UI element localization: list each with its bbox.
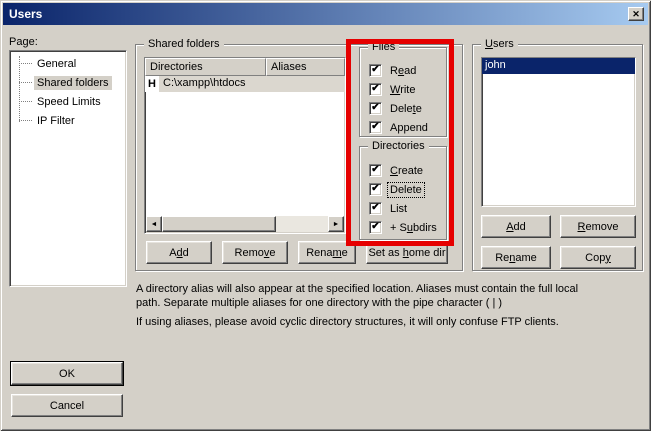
check-icon: ✔ (371, 165, 379, 175)
rename-folder-button[interactable]: Rename (298, 241, 356, 264)
page-item-speed-limits[interactable]: Speed Limits (10, 92, 126, 111)
checkbox-label: Append (388, 121, 430, 135)
column-header-aliases[interactable]: Aliases (266, 58, 345, 76)
copy-user-button[interactable]: Copy (560, 246, 636, 269)
scroll-right-button[interactable]: ► (328, 216, 344, 232)
page-item-label: IP Filter (34, 114, 78, 128)
checkbox-box: ✔ (369, 64, 382, 77)
alias-warning-text: If using aliases, please avoid cyclic di… (136, 316, 559, 328)
check-icon: ✔ (371, 84, 379, 94)
files-group-label: Files (368, 40, 399, 54)
checkbox-box: ✔ (369, 202, 382, 215)
ok-button-label: OK (59, 368, 75, 380)
files-read-checkbox[interactable]: ✔ Read (369, 63, 418, 78)
list-header: Directories Aliases (145, 58, 345, 76)
page-item-shared-folders[interactable]: Shared folders (10, 73, 126, 92)
add-folder-button-label: Add (169, 247, 189, 259)
cancel-button-label: Cancel (50, 400, 84, 412)
files-write-checkbox[interactable]: ✔ Write (369, 82, 417, 97)
remove-folder-button[interactable]: Remove (222, 241, 288, 264)
check-icon: ✔ (371, 222, 379, 232)
set-as-home-dir-button[interactable]: Set as home dir (366, 241, 448, 264)
horizontal-scrollbar[interactable]: ◄ ► (146, 216, 344, 232)
checkbox-label: Read (388, 64, 418, 78)
ok-button[interactable]: OK (11, 362, 123, 385)
files-delete-checkbox[interactable]: ✔ Delete (369, 101, 424, 116)
column-header-directories[interactable]: Directories (145, 58, 266, 76)
scroll-right-icon: ► (333, 221, 340, 228)
checkbox-box: ✔ (369, 102, 382, 115)
shared-folders-group-label: Shared folders (144, 37, 224, 51)
check-icon: ✔ (371, 203, 379, 213)
checkbox-box: ✔ (369, 121, 382, 134)
add-user-button-label: Add (506, 221, 526, 233)
scrollbar-track[interactable] (276, 216, 328, 232)
scrollbar-thumb[interactable] (162, 216, 276, 232)
check-icon: ✔ (371, 103, 379, 113)
page-item-label: Speed Limits (34, 95, 104, 109)
directory-path: C:\xampp\htdocs (159, 76, 345, 92)
dirs-subdirs-checkbox[interactable]: ✔ + Subdirs (369, 220, 439, 235)
check-icon: ✔ (371, 122, 379, 132)
rename-folder-button-label: Rename (306, 247, 348, 259)
check-icon: ✔ (371, 184, 379, 194)
close-button[interactable]: ✕ (628, 7, 644, 21)
remove-folder-button-label: Remove (235, 247, 276, 259)
checkbox-label: Delete (388, 102, 424, 116)
rename-user-button-label: Rename (495, 252, 537, 264)
files-permissions-group: Files ✔ Read ✔ Write ✔ Delete ✔ Append (359, 47, 447, 137)
add-user-button[interactable]: Add (481, 215, 551, 238)
set-as-home-dir-button-label: Set as home dir (368, 247, 445, 259)
page-item-general[interactable]: General (10, 54, 126, 73)
directories-permissions-group: Directories ✔ Create ✔ Delete ✔ List ✔ +… (359, 146, 447, 240)
users-list: john (481, 57, 636, 207)
users-dialog: Users ✕ Page: General Shared folders Spe… (0, 0, 651, 431)
page-label: Page: (9, 36, 38, 48)
checkbox-box: ✔ (369, 164, 382, 177)
page-item-label: Shared folders (34, 76, 112, 90)
checkbox-box: ✔ (369, 183, 382, 196)
user-item-john[interactable]: john (482, 58, 635, 74)
users-group-label: Users (481, 37, 518, 51)
checkbox-label: Delete (388, 183, 424, 197)
copy-user-button-label: Copy (585, 252, 611, 264)
alias-info-text-line2: path. Separate multiple aliases for one … (136, 297, 502, 309)
checkbox-box: ✔ (369, 221, 382, 234)
title-bar: Users ✕ (3, 3, 648, 25)
dirs-list-checkbox[interactable]: ✔ List (369, 201, 409, 216)
checkbox-label: + Subdirs (388, 221, 439, 235)
remove-user-button[interactable]: Remove (560, 215, 636, 238)
directories-group-label: Directories (368, 139, 429, 153)
scroll-left-icon: ◄ (151, 221, 158, 228)
alias-info-text-line1: A directory alias will also appear at th… (136, 283, 578, 295)
checkbox-box: ✔ (369, 83, 382, 96)
window-title: Users (9, 7, 42, 21)
dirs-create-checkbox[interactable]: ✔ Create (369, 163, 425, 178)
scroll-left-button[interactable]: ◄ (146, 216, 162, 232)
close-icon: ✕ (632, 10, 640, 19)
add-folder-button[interactable]: Add (146, 241, 212, 264)
cancel-button[interactable]: Cancel (11, 394, 123, 417)
checkbox-label: List (388, 202, 409, 216)
checkbox-label: Create (388, 164, 425, 178)
files-append-checkbox[interactable]: ✔ Append (369, 120, 430, 135)
page-item-label: General (34, 57, 79, 71)
page-tree: General Shared folders Speed Limits IP F… (10, 51, 126, 286)
page-item-ip-filter[interactable]: IP Filter (10, 111, 126, 130)
shared-folders-list: Directories Aliases H C:\xampp\htdocs ◄ … (144, 57, 346, 234)
folder-row[interactable]: H C:\xampp\htdocs (145, 76, 345, 92)
home-marker: H (145, 76, 159, 92)
rename-user-button[interactable]: Rename (481, 246, 551, 269)
dirs-delete-checkbox[interactable]: ✔ Delete (369, 182, 424, 197)
remove-user-button-label: Remove (578, 221, 619, 233)
page-list: General Shared folders Speed Limits IP F… (9, 50, 127, 287)
check-icon: ✔ (371, 65, 379, 75)
checkbox-label: Write (388, 83, 417, 97)
users-group: Users john Add Remove Rename Copy (472, 44, 643, 271)
